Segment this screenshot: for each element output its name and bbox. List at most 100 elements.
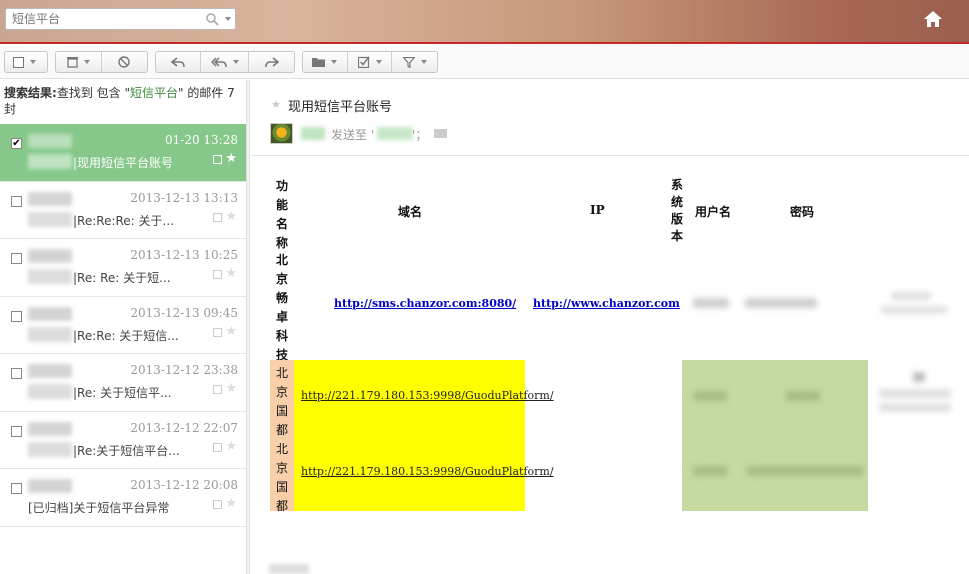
- avatar[interactable]: [270, 123, 293, 144]
- open-window-icon[interactable]: [213, 155, 222, 164]
- mail-checkbox[interactable]: [11, 483, 22, 494]
- chevron-down-icon: [232, 60, 239, 64]
- search-box[interactable]: [5, 8, 236, 30]
- move-button[interactable]: [303, 52, 348, 72]
- header-func: 功能名称: [275, 179, 288, 250]
- search-input[interactable]: [6, 9, 201, 29]
- open-window-icon[interactable]: [213, 500, 222, 509]
- block-icon: [118, 56, 130, 68]
- reply-button[interactable]: [156, 52, 201, 72]
- sender-name[interactable]: [301, 127, 325, 140]
- mail-time: 2013-12-12 22:07: [130, 420, 238, 435]
- row1-note-2: [881, 306, 947, 314]
- envelope-icon[interactable]: [434, 129, 447, 138]
- mail-time: 2013-12-12 23:38: [130, 363, 238, 377]
- select-all-button[interactable]: [5, 52, 44, 72]
- mail-list-panel: 搜索结果:查找到 包含 "短信平台" 的邮件 7 封 ✔ 01-20 13:28 |现…: [0, 80, 247, 574]
- mail-list-item[interactable]: 2013-12-13 13:13 |Re:Re:Re: 关于... ★: [0, 182, 246, 239]
- mail-subject: |Re: 关于短信平...: [73, 386, 172, 400]
- credentials-cell-bg: [682, 360, 868, 511]
- header-sysver: 系统版本: [670, 178, 683, 243]
- mail-checkbox[interactable]: [11, 368, 22, 379]
- row2-domain-link[interactable]: http://221.179.180.153:9998/GuoduPlatfor…: [301, 389, 554, 402]
- row2-user: [693, 391, 727, 401]
- open-window-icon[interactable]: [213, 442, 222, 452]
- star-icon[interactable]: ★: [225, 439, 237, 454]
- block-button[interactable]: [102, 52, 147, 72]
- star-icon[interactable]: ★: [225, 496, 237, 511]
- mail-list-item[interactable]: ⌇ 2013-12-13 10:25 |Re: Re: 关于短... ★: [0, 239, 246, 297]
- sender-name: [28, 306, 72, 321]
- domain-cell-bg: [294, 360, 525, 511]
- signature: [269, 564, 309, 574]
- mail-subject: |Re: Re: 关于短...: [73, 271, 171, 285]
- search-options-caret-icon[interactable]: [225, 17, 231, 21]
- mail-checkbox[interactable]: [11, 253, 22, 264]
- sender-name: [28, 134, 72, 148]
- row2-note-3: [879, 403, 951, 412]
- row2-name: 北京国都: [275, 366, 288, 437]
- mail-list-item[interactable]: 2013-12-12 22:07 |Re:关于短信平台... ★: [0, 412, 246, 469]
- checkmark-box-icon: [357, 56, 370, 68]
- mail-subject: |Re:Re: 关于短信...: [73, 328, 179, 343]
- trash-icon: [66, 57, 78, 68]
- open-window-icon[interactable]: [213, 385, 222, 394]
- mail-list-item[interactable]: 2013-12-12 20:08 [已归档]关于短信平台异常 ★: [0, 469, 246, 527]
- mail-checkbox[interactable]: [11, 195, 22, 207]
- mail-checkbox[interactable]: [11, 310, 22, 322]
- row1-domain-link[interactable]: http://sms.chanzor.com:8080/: [334, 297, 516, 310]
- search-result-text: 查找到 包含 ": [56, 86, 130, 100]
- mail-subject: |现用短信平台账号: [73, 156, 174, 170]
- header-user: 用户名: [695, 205, 732, 219]
- open-window-icon[interactable]: [213, 327, 222, 337]
- sender-name: [28, 479, 72, 493]
- mark-button[interactable]: [348, 52, 393, 72]
- panel-splitter[interactable]: [247, 80, 250, 574]
- mail-title: 现用短信平台账号: [288, 100, 393, 115]
- reply-group: [155, 51, 295, 73]
- select-dropdown[interactable]: [4, 51, 48, 73]
- open-window-icon[interactable]: [213, 212, 222, 222]
- row1-ip-link[interactable]: http://www.chanzor.com: [533, 297, 680, 310]
- mail-list-item[interactable]: 2013-12-12 23:38 |Re: 关于短信平... ★: [0, 354, 246, 412]
- mail-time: 2013-12-13 09:45: [130, 305, 238, 320]
- forward-icon: [264, 56, 279, 67]
- header-domain: 域名: [398, 205, 423, 219]
- filter-button[interactable]: [392, 52, 437, 72]
- star-icon[interactable]: ★: [225, 324, 237, 339]
- search-icon[interactable]: [205, 12, 219, 26]
- reply-all-button[interactable]: [201, 52, 249, 72]
- move-group: [302, 51, 438, 73]
- header-pwd: 密码: [790, 205, 815, 219]
- checkbox-icon: [13, 56, 24, 68]
- mail-time: 2013-12-12 20:08: [130, 478, 238, 492]
- recipient-name[interactable]: [377, 127, 413, 140]
- row1-name: 北京畅卓科技: [275, 253, 288, 362]
- mail-checkbox[interactable]: [11, 425, 22, 437]
- folder-icon: [312, 58, 326, 67]
- mail-list-item[interactable]: ✔ 01-20 13:28 |现用短信平台账号 ★: [0, 124, 246, 182]
- folder-tag: [28, 326, 72, 342]
- mail-checkbox[interactable]: ✔: [11, 138, 22, 149]
- row3-domain-link[interactable]: http://221.179.180.153:9998/GuoduPlatfor…: [301, 465, 554, 478]
- mail-time: 2013-12-13 13:13: [130, 190, 238, 205]
- home-icon[interactable]: [923, 10, 943, 28]
- star-icon[interactable]: ★: [225, 381, 237, 396]
- mail-time: 2013-12-13 10:25: [130, 248, 238, 262]
- mail-subject: |Re:关于短信平台...: [73, 443, 180, 458]
- chevron-down-icon: [30, 60, 36, 64]
- sender-name: [28, 249, 72, 263]
- star-icon[interactable]: ★: [225, 266, 237, 281]
- forward-button[interactable]: [249, 52, 294, 72]
- mail-time: 01-20 13:28: [165, 133, 238, 147]
- star-icon[interactable]: ★: [225, 151, 237, 166]
- reply-all-icon: [210, 56, 227, 67]
- open-window-icon[interactable]: [213, 270, 222, 279]
- star-icon[interactable]: ★: [271, 98, 281, 111]
- folder-tag: [28, 441, 72, 457]
- delete-button[interactable]: [56, 52, 102, 72]
- row1-password: [745, 298, 817, 308]
- star-icon[interactable]: ★: [225, 209, 237, 224]
- reading-pane: ★ 现用短信平台账号 发送至 ' '； 功能名称 域名 IP 系统版本 用户名 …: [251, 80, 969, 574]
- mail-list-item[interactable]: 2013-12-13 09:45 |Re:Re: 关于短信... ★: [0, 297, 246, 354]
